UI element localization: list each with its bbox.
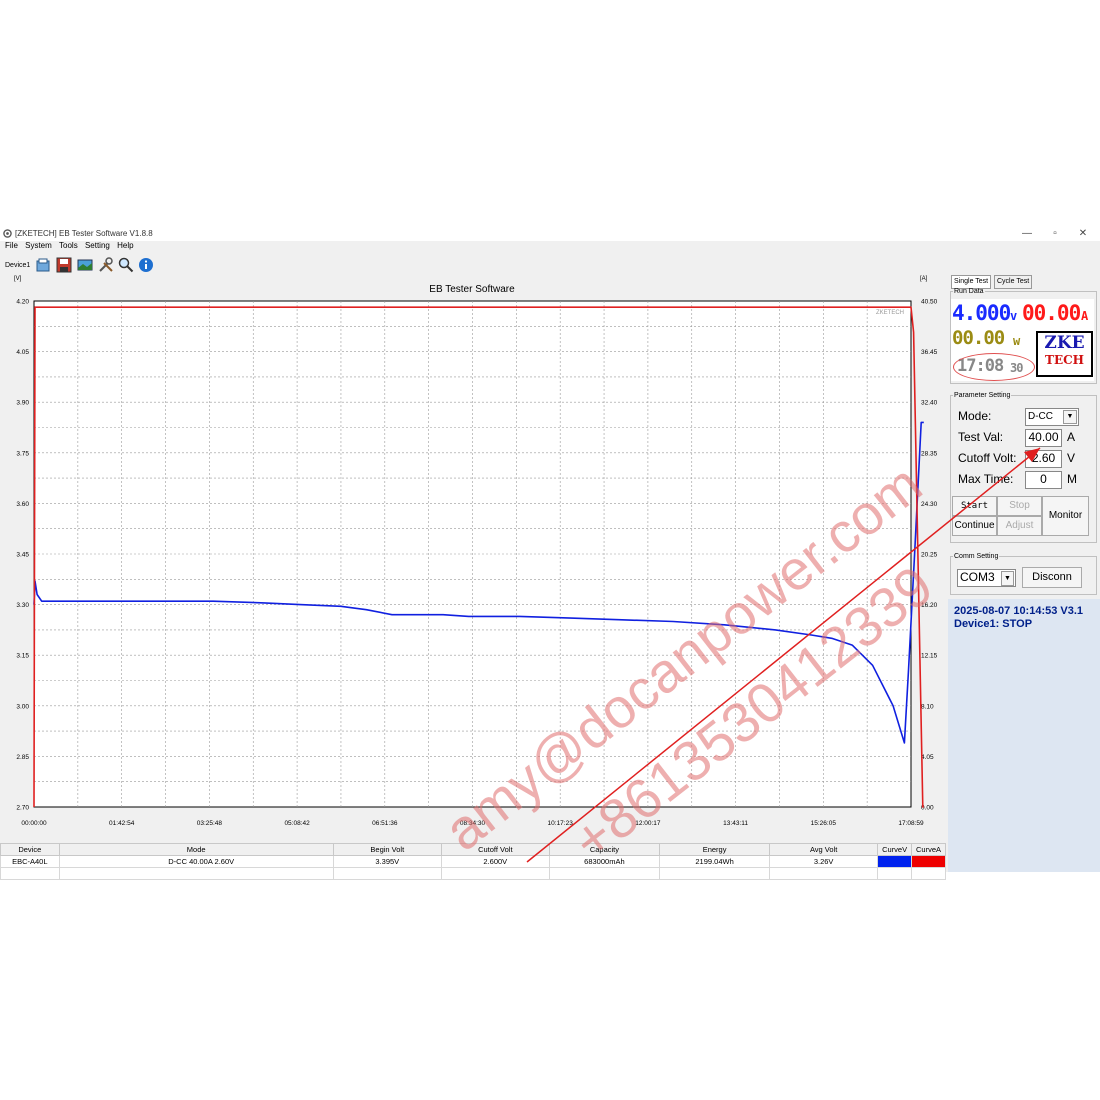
annotation-overlay [526, 447, 1041, 863]
annotation-arrow [526, 447, 1041, 863]
